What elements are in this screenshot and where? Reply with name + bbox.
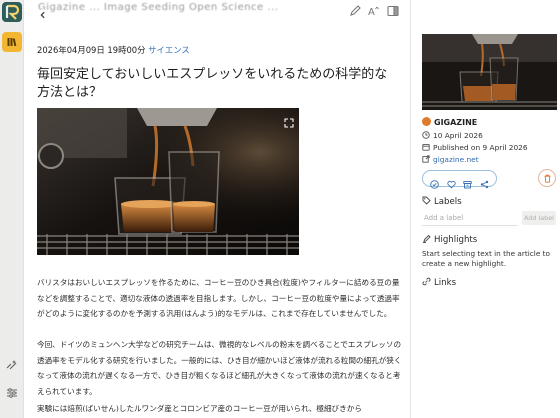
- saved-date: 10 April 2026: [422, 131, 483, 140]
- share-icon[interactable]: [480, 174, 489, 189]
- highlights-heading: Highlights: [422, 234, 477, 245]
- reader-pane: Gigazine ... Image Seeding Open Science …: [24, 0, 410, 418]
- site-name: GIGAZINE: [422, 117, 477, 127]
- svg-text:A: A: [368, 7, 375, 18]
- tag-icon: [422, 196, 431, 205]
- article-info-panel: GIGAZINE 10 April 2026 Published on 9 Ap…: [410, 0, 560, 418]
- article-meta: 2026年04月09日 19時00分 サイエンス: [37, 44, 190, 56]
- clock-icon: [422, 131, 430, 139]
- article-hero-image: [37, 108, 299, 255]
- sparkle-list-icon[interactable]: [5, 358, 19, 372]
- site-favicon-icon: [422, 117, 431, 126]
- edit-pencil-icon[interactable]: [348, 4, 362, 18]
- text-size-icon[interactable]: A: [367, 4, 381, 18]
- links-heading: Links: [422, 277, 456, 288]
- article-title: 毎回安定しておいしいエスプレッソをいれるための科学的な方法とは？: [37, 67, 388, 100]
- link-icon: [422, 277, 431, 286]
- trash-icon: [544, 174, 550, 183]
- article-paragraph: バリスタはおいしいエスプレッソを作るために、コーヒー豆のひき具合(粒度)やフィル…: [37, 278, 400, 319]
- labels-heading: Labels: [422, 196, 462, 207]
- article-thumbnail: [422, 34, 557, 110]
- app-logo-icon[interactable]: [2, 2, 22, 22]
- library-icon[interactable]: [2, 32, 22, 52]
- add-label-button[interactable]: Add label: [522, 211, 556, 225]
- mark-read-icon[interactable]: [430, 174, 439, 189]
- add-label-input[interactable]: [422, 210, 518, 226]
- highlighter-pen-icon: [422, 234, 431, 243]
- back-chevron-icon[interactable]: [37, 6, 49, 21]
- external-link-icon: [422, 155, 430, 163]
- expand-image-icon[interactable]: [284, 113, 294, 128]
- archive-icon[interactable]: [463, 174, 473, 189]
- espresso-photo: [37, 108, 299, 255]
- reader-toolbar: Gigazine ... Image Seeding Open Science …: [24, 0, 410, 24]
- delete-button[interactable]: [538, 169, 556, 187]
- article-category-link[interactable]: サイエンス: [148, 45, 190, 55]
- highlights-hint: Start selecting text in the article to c…: [422, 249, 550, 268]
- published-date: Published on 9 April 2026: [422, 143, 528, 152]
- calendar-icon: [422, 143, 430, 151]
- article-paragraph: 実験には焙煎(ばいせん)したルワンダ産とコロンビア産のコーヒー豆が用いられ、極細…: [37, 404, 362, 413]
- article-date: 2026年04月09日 19時00分: [37, 45, 146, 55]
- filter-settings-icon[interactable]: [5, 386, 19, 400]
- favorite-heart-icon[interactable]: [447, 174, 456, 189]
- article-actions-group: [422, 170, 497, 189]
- article-paragraph: 今回、ドイツのミュンヘン大学などの研究チームは、微視的なレベルの粉末を調べること…: [37, 340, 402, 396]
- left-rail: [0, 0, 24, 418]
- source-link[interactable]: gigazine.net: [422, 155, 479, 164]
- scrolled-breadcrumb: Gigazine ... Image Seeding Open Science …: [38, 2, 279, 13]
- sidebar-toggle-icon[interactable]: [386, 4, 400, 18]
